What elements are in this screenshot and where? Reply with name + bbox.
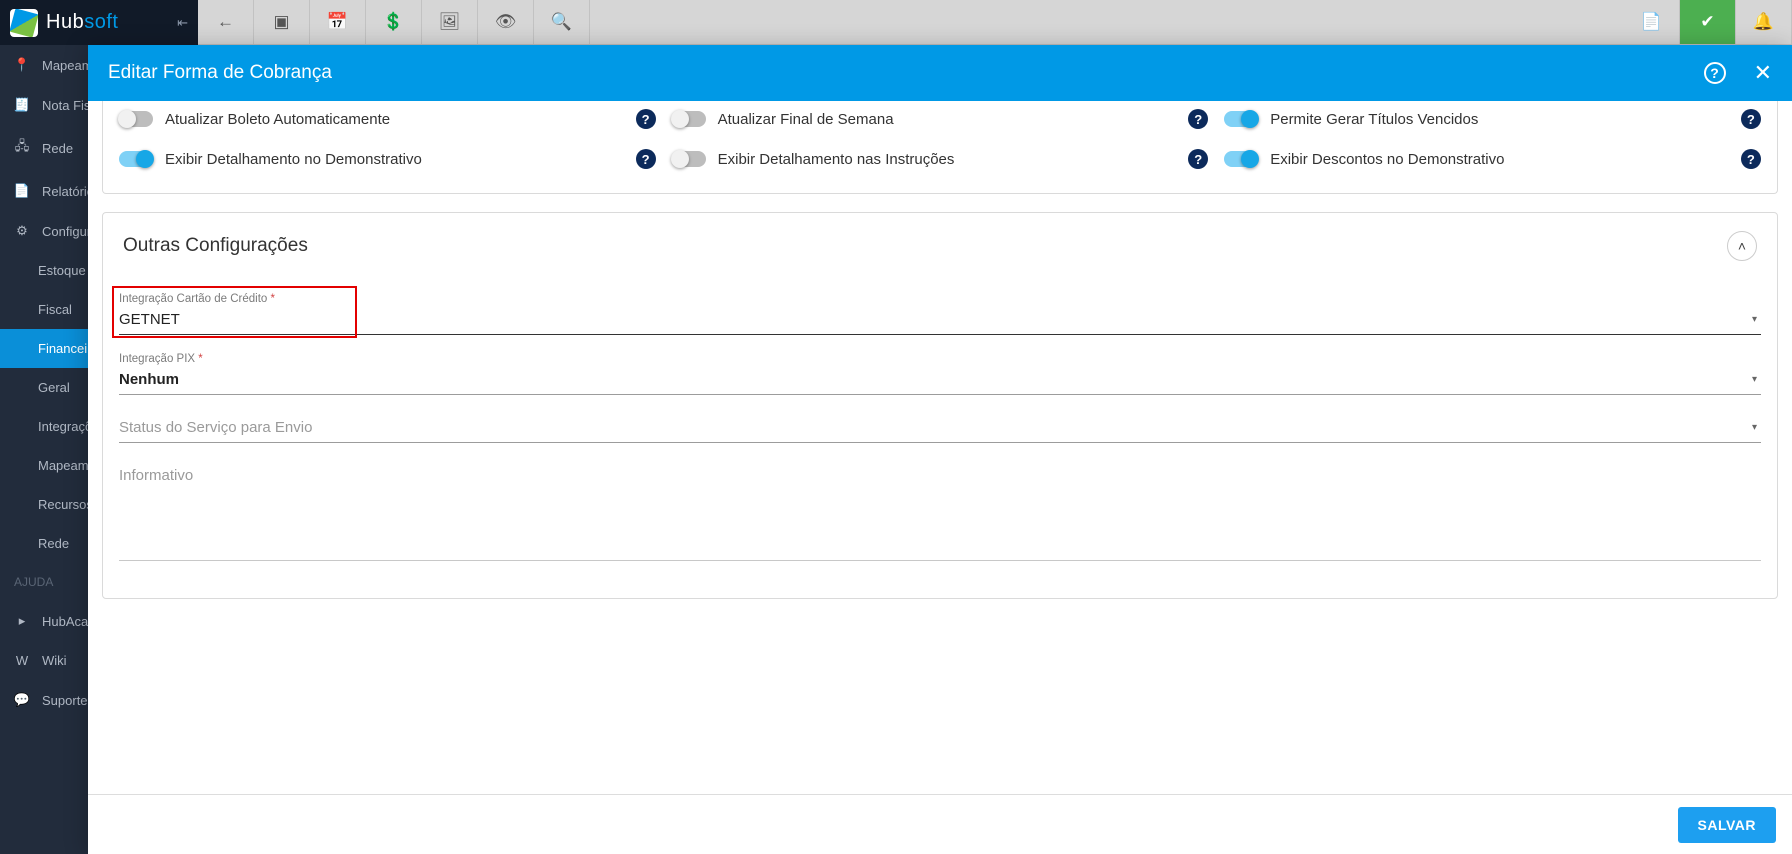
help-icon[interactable]: ? (636, 109, 656, 129)
card-title: Outras Configurações (123, 235, 308, 257)
toggles-section: Atualizar Boleto Automaticamente ? Atual… (103, 101, 1777, 193)
field-informativo[interactable] (119, 461, 1761, 566)
logo-icon (10, 9, 38, 37)
switch-icon[interactable] (119, 151, 153, 167)
document-icon: 🧾 (14, 97, 30, 113)
field-label: Integração PIX * (119, 353, 1761, 365)
modal-footer: SALVAR (88, 794, 1792, 854)
logo-soft: soft (84, 11, 118, 33)
switch-icon[interactable] (672, 151, 706, 167)
chevron-down-icon[interactable]: ▾ (1752, 374, 1757, 385)
help-icon[interactable]: ? (636, 149, 656, 169)
toggle-label: Permite Gerar Títulos Vencidos (1270, 111, 1478, 128)
close-icon[interactable]: ✕ (1754, 60, 1772, 86)
card-outras-config: Outras Configurações ˄ Integração Cartão… (102, 212, 1778, 599)
sidebar-item-label: Wiki (42, 653, 67, 668)
report-icon: 📄 (14, 183, 30, 199)
calendar-icon[interactable]: 📅 (310, 0, 366, 44)
select-status-servico[interactable] (119, 413, 1761, 443)
logo-hub: Hub (46, 11, 84, 33)
collapse-icon[interactable]: ⇤ (177, 15, 188, 31)
toggle-label: Atualizar Boleto Automaticamente (165, 111, 390, 128)
textarea-informativo[interactable] (119, 461, 1761, 561)
toggle-label: Atualizar Final de Semana (718, 111, 894, 128)
help-icon[interactable]: ? (1741, 109, 1761, 129)
sidebar-item-label: Rede (38, 536, 69, 551)
field-status-servico[interactable]: ▾ (119, 413, 1761, 443)
sidebar-item-label: Estoque (38, 263, 86, 278)
modal-title: Editar Forma de Cobrança (108, 62, 332, 84)
save-button[interactable]: SALVAR (1678, 807, 1776, 843)
card-header[interactable]: Outras Configurações ˄ (103, 213, 1777, 279)
image-icon[interactable]: 🖼 (422, 0, 478, 44)
gear-icon: ⚙ (14, 223, 30, 239)
chevron-down-icon[interactable]: ▾ (1752, 314, 1757, 325)
select-integracao-pix[interactable] (119, 365, 1761, 395)
toggle-detalhe-demonstrativo[interactable]: Exibir Detalhamento no Demonstrativo ? (111, 139, 664, 179)
toggle-atualizar-boleto[interactable]: Atualizar Boleto Automaticamente ? (111, 101, 664, 139)
status-ok-icon[interactable]: ✔ (1680, 0, 1736, 44)
billing-icon[interactable]: 💲 (366, 0, 422, 44)
help-icon[interactable]: ? (1188, 149, 1208, 169)
toggle-atualizar-fds[interactable]: Atualizar Final de Semana ? (664, 101, 1217, 139)
toggle-label: Exibir Detalhamento nas Instruções (718, 151, 955, 168)
switch-icon[interactable] (672, 111, 706, 127)
toggle-label: Exibir Descontos no Demonstrativo (1270, 151, 1504, 168)
bell-icon[interactable]: 🔔 (1736, 0, 1792, 44)
search-icon[interactable]: 🔍 (534, 0, 590, 44)
sidebar-item-label: Suporte (42, 693, 88, 708)
chevron-down-icon[interactable]: ▾ (1752, 422, 1757, 433)
logo-text: Hubsoft (46, 11, 118, 34)
toggle-detalhe-instrucoes[interactable]: Exibir Detalhamento nas Instruções ? (664, 139, 1217, 179)
sidebar-item-label: Rede (42, 141, 73, 156)
help-icon[interactable]: ? (1704, 62, 1726, 84)
toggle-titulos-vencidos[interactable]: Permite Gerar Títulos Vencidos ? (1216, 101, 1769, 139)
sidebar-item-label: Geral (38, 380, 70, 395)
logo-row: Hubsoft ⇤ (0, 0, 198, 45)
wiki-icon: W (14, 653, 30, 668)
select-integracao-cartao[interactable] (119, 305, 1761, 335)
modal-body: Atualizar Boleto Automaticamente ? Atual… (88, 101, 1792, 794)
topbar: ← ▣ 📅 💲 🖼 👁 🔍 📄 ✔ 🔔 (198, 0, 1792, 45)
eye-icon[interactable]: 👁 (478, 0, 534, 44)
network-icon: 🖧 (14, 137, 30, 159)
play-icon: ▸ (14, 613, 30, 629)
sidebar-item-label: Fiscal (38, 302, 72, 317)
help-icon[interactable]: ? (1741, 149, 1761, 169)
contact-icon[interactable]: ▣ (254, 0, 310, 44)
pin-icon: 📍 (14, 57, 30, 73)
modal-editar-cobranca: Editar Forma de Cobrança ? ✕ Atualizar B… (88, 45, 1792, 854)
field-integracao-cartao[interactable]: Integração Cartão de Crédito * ▾ (119, 293, 1761, 335)
field-label: Integração Cartão de Crédito * (119, 293, 1761, 305)
switch-icon[interactable] (1224, 111, 1258, 127)
switch-icon[interactable] (119, 111, 153, 127)
toggle-descontos-demonstrativo[interactable]: Exibir Descontos no Demonstrativo ? (1216, 139, 1769, 179)
chat-icon: 💬 (14, 692, 30, 708)
switch-icon[interactable] (1224, 151, 1258, 167)
back-button[interactable]: ← (198, 0, 254, 44)
pdf-icon[interactable]: 📄 (1624, 0, 1680, 44)
field-integracao-pix[interactable]: Integração PIX * ▾ (119, 353, 1761, 395)
help-icon[interactable]: ? (1188, 109, 1208, 129)
toggle-label: Exibir Detalhamento no Demonstrativo (165, 151, 422, 168)
chevron-up-icon[interactable]: ˄ (1727, 231, 1757, 261)
modal-header: Editar Forma de Cobrança ? ✕ (88, 45, 1792, 101)
